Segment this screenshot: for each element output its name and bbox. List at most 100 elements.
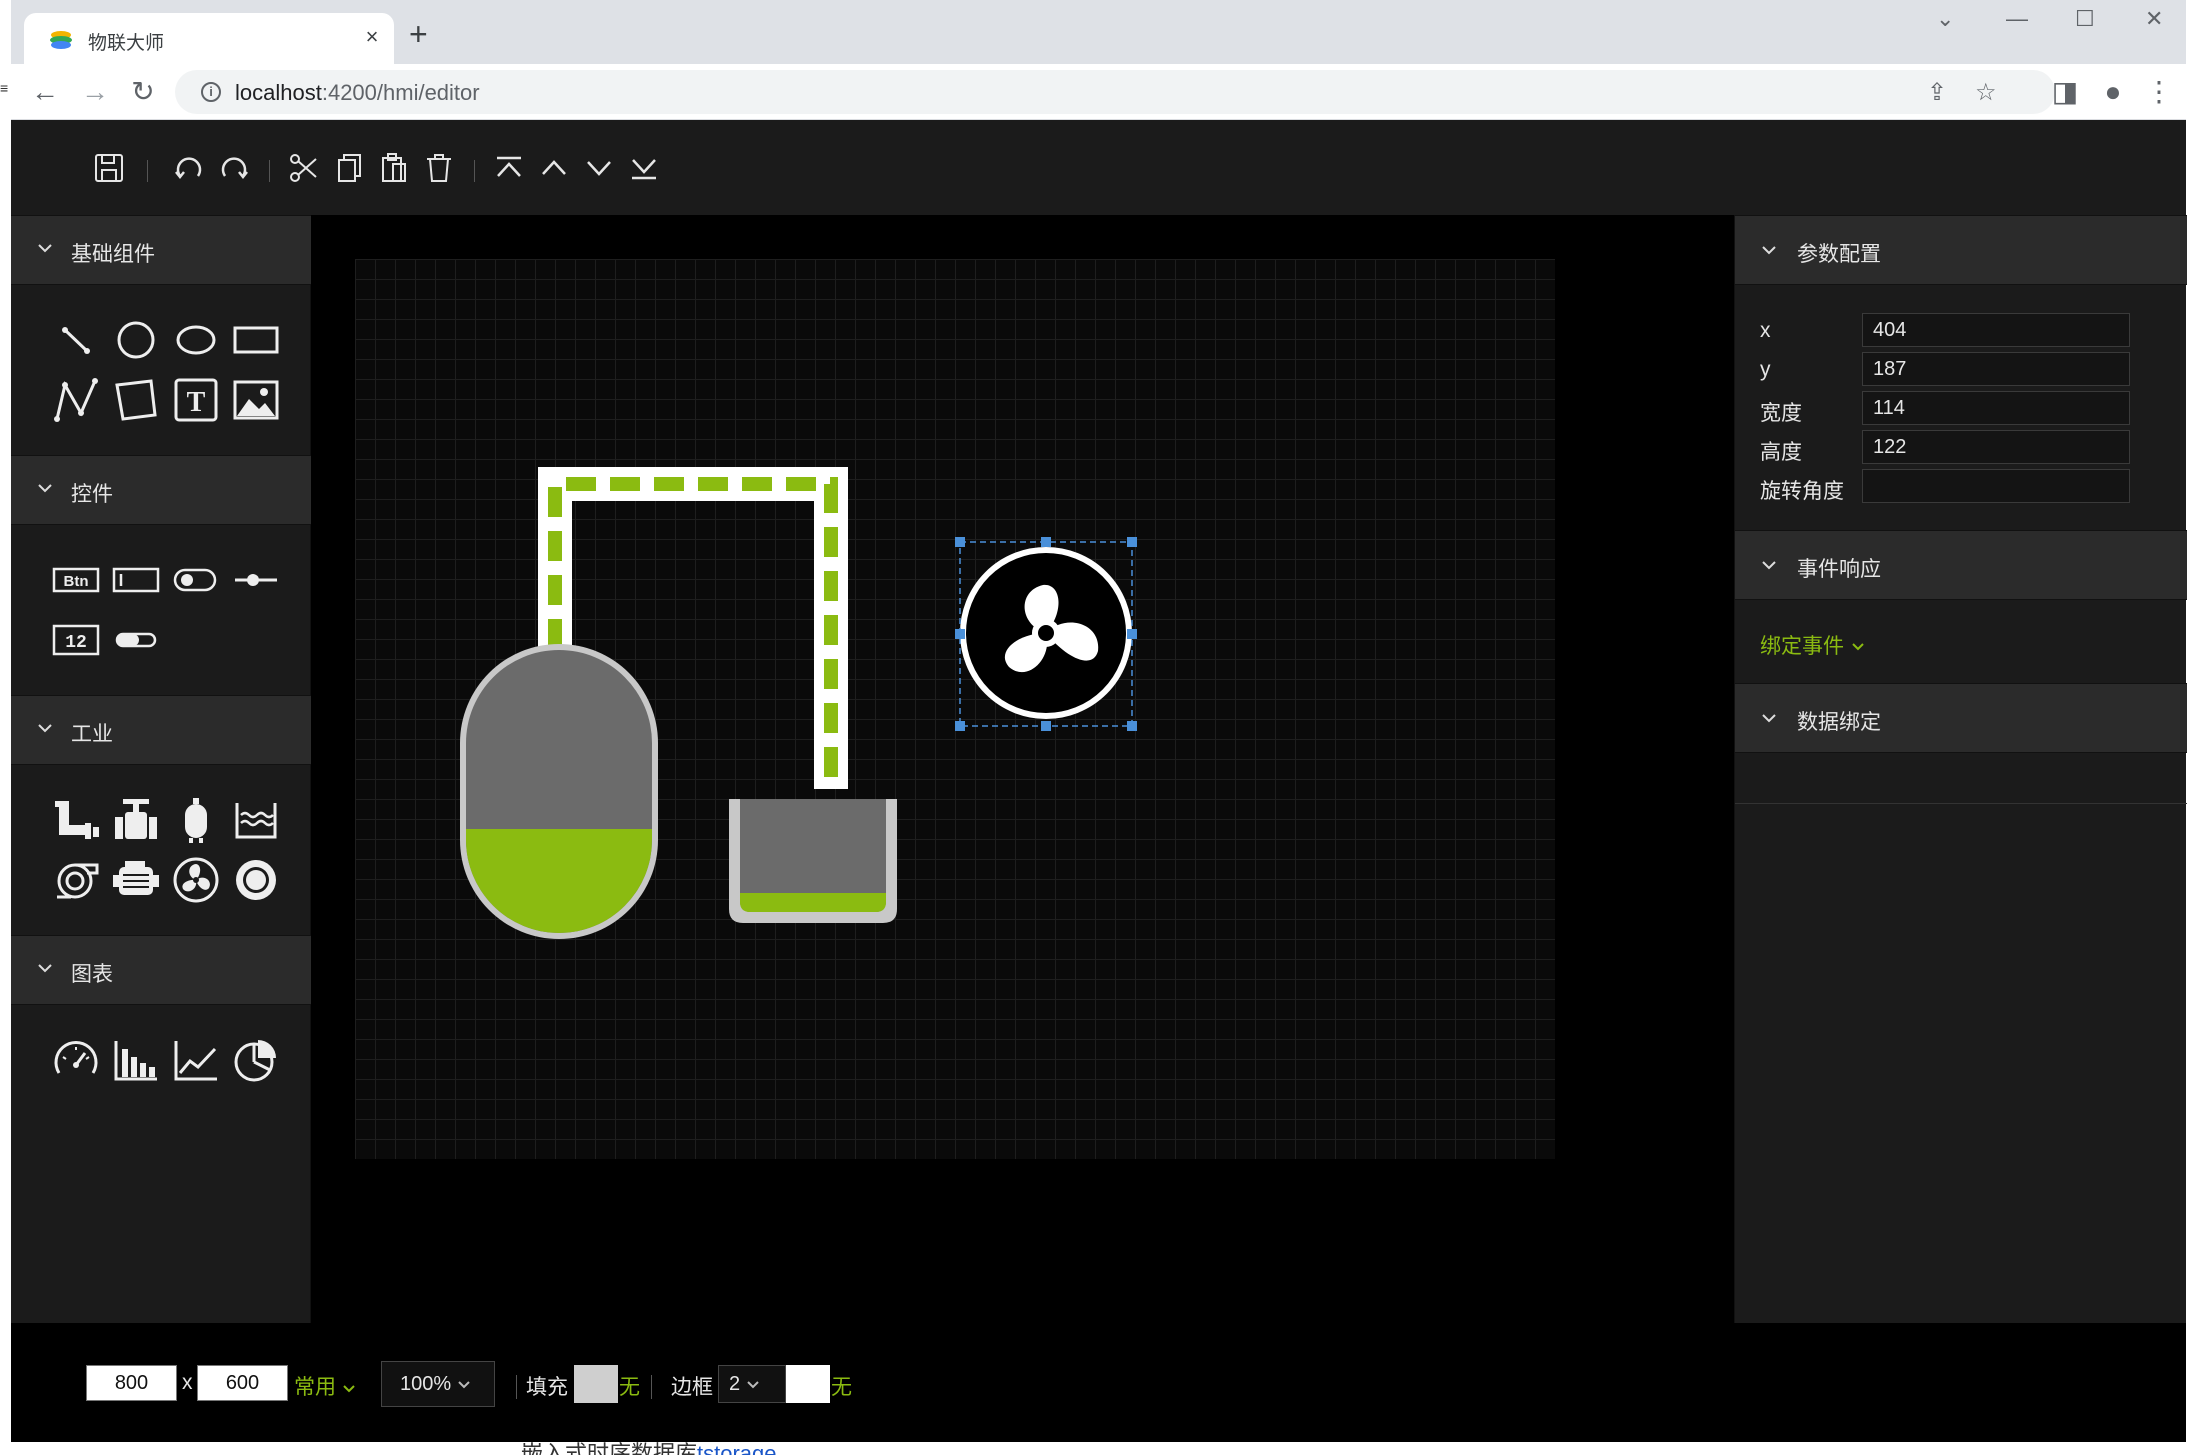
circle-icon[interactable] [111,315,161,365]
section-charts-header[interactable]: 图表 [11,935,311,1005]
cut-icon[interactable] [286,150,322,186]
polyline-icon[interactable] [51,375,101,425]
section-basic-header[interactable]: 基础组件 [11,215,311,285]
ellipse-icon[interactable] [171,315,221,365]
param-label-y: y [1760,358,1771,381]
browser-window: 物联大师 × + ⌄ — ☐ ✕ ← → ↻ i localhost:4200/… [11,0,2187,1455]
section-controls-header[interactable]: 控件 [11,455,311,525]
resize-handle[interactable] [1127,537,1137,547]
resize-handle[interactable] [955,721,965,731]
section-industrial-header[interactable]: 工业 [11,695,311,765]
param-input-rotation[interactable] [1862,469,2130,503]
slider-control-icon[interactable] [231,555,281,605]
border-color-swatch[interactable] [786,1365,830,1403]
maximize-icon[interactable]: ☐ [2075,6,2095,32]
param-input-height[interactable]: 122 [1862,430,2130,464]
ring-icon[interactable] [231,855,281,905]
panel-divider [1735,803,2187,804]
events-section-title: 事件响应 [1797,558,1881,581]
chevron-down-icon [38,964,52,973]
param-input-x[interactable]: 404 [1862,313,2130,347]
resize-handle[interactable] [1127,629,1137,639]
border-none-button[interactable]: 无 [831,1371,852,1401]
move-down-icon[interactable] [581,150,617,186]
underlying-page-link[interactable]: tstorage [697,1441,777,1455]
site-info-icon[interactable]: i [201,82,221,102]
toggle-control-icon[interactable] [111,615,161,665]
drawing-grid[interactable] [355,259,1555,1159]
tab-search-icon[interactable]: ⌄ [1936,6,1954,32]
polygon-icon[interactable] [111,375,161,425]
resize-handle[interactable] [1041,721,1051,731]
size-separator: x [182,1371,193,1394]
param-input-width[interactable]: 114 [1862,391,2130,425]
image-icon[interactable] [231,375,281,425]
close-window-icon[interactable]: ✕ [2145,6,2163,32]
move-up-icon[interactable] [536,150,572,186]
input-control-icon[interactable] [111,555,161,605]
undo-icon[interactable] [171,150,207,186]
button-control-icon[interactable]: Btn [51,555,101,605]
text-icon[interactable]: T [171,375,221,425]
tank-shape-right[interactable] [729,799,897,923]
side-panel-icon[interactable]: ◨ [2049,76,2081,108]
fan-shape-selected[interactable] [960,547,1132,719]
address-bar[interactable]: i localhost:4200/hmi/editor ⇪ ☆ [175,70,2055,114]
reload-icon[interactable]: ↻ [127,76,159,108]
editor-canvas-area[interactable] [311,215,1734,1323]
data-binding-section-header[interactable]: 数据绑定 [1735,683,2187,753]
fill-none-button[interactable]: 无 [619,1371,640,1401]
zoom-select[interactable]: 100% [381,1361,495,1407]
bookmark-star-icon[interactable]: ☆ [1975,78,1997,107]
chevron-down-icon [38,244,52,253]
back-icon[interactable]: ← [29,76,61,108]
resize-handle[interactable] [1127,721,1137,731]
bar-chart-icon[interactable] [111,1035,161,1085]
minimize-icon[interactable]: — [2006,6,2028,32]
fill-color-swatch[interactable] [574,1365,618,1403]
url-text: localhost:4200/hmi/editor [235,80,480,105]
param-label-rotation: 旋转角度 [1760,480,1844,503]
tab-close-icon[interactable]: × [358,23,386,51]
canvas-height-input[interactable]: 600 [197,1365,288,1401]
hmi-editor: 基础组件 T 控件 Btn 12 工业 图表 参数配置 x 404 y 187 … [11,120,2187,1442]
number-control-icon[interactable]: 12 [51,615,101,665]
resize-handle[interactable] [955,629,965,639]
switch-control-icon[interactable] [171,555,221,605]
valve-icon[interactable] [111,795,161,845]
paste-icon[interactable] [376,150,412,186]
params-section-header[interactable]: 参数配置 [1735,215,2187,285]
forward-icon[interactable]: → [79,76,111,108]
browser-tab[interactable]: 物联大师 × [24,13,394,64]
size-preset-dropdown[interactable]: 常用 [294,1371,356,1401]
bring-to-top-icon[interactable] [491,150,527,186]
send-to-bottom-icon[interactable] [626,150,662,186]
border-width-select[interactable]: 2 [718,1365,786,1403]
gauge-icon[interactable] [51,1035,101,1085]
profile-avatar-icon[interactable]: ● [2097,76,2129,108]
share-icon[interactable]: ⇪ [1927,78,1947,107]
new-tab-button[interactable]: + [409,18,428,50]
motor-icon[interactable] [111,855,161,905]
save-icon[interactable] [91,150,127,186]
pie-chart-icon[interactable] [231,1035,281,1085]
bind-event-dropdown[interactable]: 绑定事件 [1760,630,1866,660]
line-chart-icon[interactable] [171,1035,221,1085]
redo-icon[interactable] [216,150,252,186]
rectangle-icon[interactable] [231,315,281,365]
canvas-width-input[interactable]: 800 [86,1365,177,1401]
pipe-icon[interactable] [51,795,101,845]
param-input-y[interactable]: 187 [1862,352,2130,386]
fan-icon[interactable] [171,855,221,905]
browser-menu-icon[interactable]: ⋮ [2143,76,2175,108]
pool-icon[interactable] [231,795,281,845]
delete-icon[interactable] [421,150,457,186]
line-icon[interactable] [51,315,101,365]
copy-icon[interactable] [331,150,367,186]
tank-icon[interactable] [171,795,221,845]
resize-handle[interactable] [1041,537,1051,547]
tank-shape-left[interactable] [460,644,658,939]
resize-handle[interactable] [955,537,965,547]
pump-icon[interactable] [51,855,101,905]
events-section-header[interactable]: 事件响应 [1735,530,2187,600]
